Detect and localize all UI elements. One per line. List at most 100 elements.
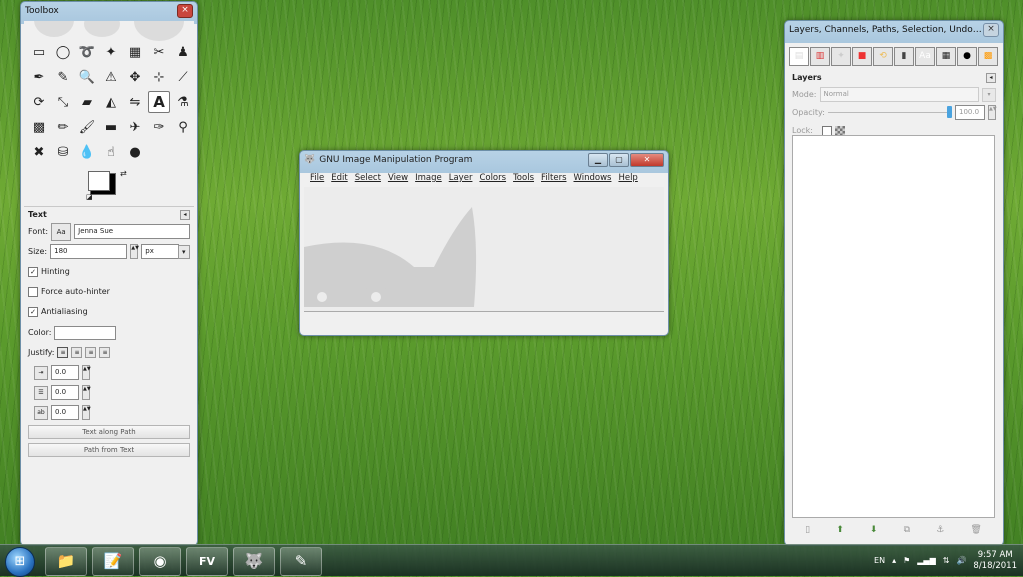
close-icon[interactable]: ×	[177, 4, 193, 18]
ink-icon[interactable]: ✑	[148, 116, 170, 138]
opacity-slider-handle[interactable]	[947, 106, 952, 118]
letter-spacing-spinner[interactable]: ▲▼	[82, 405, 91, 420]
close-button[interactable]: ✕	[630, 153, 664, 167]
menu-colors[interactable]: Colors	[479, 173, 506, 187]
menu-layer[interactable]: Layer	[449, 173, 473, 187]
menu-windows[interactable]: Windows	[574, 173, 612, 187]
heal-icon[interactable]: ✖	[28, 141, 50, 163]
hinting-checkbox[interactable]: ✓	[28, 266, 38, 277]
panel-menu-icon[interactable]: ◂	[986, 73, 996, 83]
font-picker-icon[interactable]: Aa	[51, 222, 72, 241]
lock-pixels-checkbox[interactable]	[821, 125, 832, 136]
menu-file[interactable]: File	[310, 173, 324, 187]
indent-spinner[interactable]: ▲▼	[82, 365, 91, 380]
text-icon[interactable]: A	[148, 91, 170, 113]
palettes-tab-icon[interactable]: ▦	[936, 47, 956, 66]
swap-colors-icon[interactable]: ⇄	[120, 169, 127, 178]
line-spacing-spinner[interactable]: ▲▼	[82, 385, 91, 400]
zoom-icon[interactable]: 🔍	[76, 66, 98, 88]
lower-layer-icon[interactable]: ⬇	[870, 525, 878, 535]
mode-select[interactable]: Normal	[819, 87, 979, 102]
default-colors-icon[interactable]: ◪	[86, 193, 93, 201]
justify-left-icon[interactable]: ≡	[57, 347, 69, 358]
justify-fill-icon[interactable]: ≡	[99, 347, 111, 358]
fonts-tab-icon[interactable]: Aa	[915, 47, 935, 66]
dodge-burn-icon[interactable]: ●	[124, 141, 146, 163]
paths-icon[interactable]: ✒	[28, 66, 50, 88]
chevron-down-icon[interactable]: ▾	[982, 87, 996, 102]
size-unit[interactable]: px	[141, 244, 179, 259]
gimp-titlebar[interactable]: 🐺 GNU Image Manipulation Program ▁ ▢ ✕	[300, 151, 668, 169]
size-field[interactable]: 180	[50, 244, 128, 259]
options-menu-icon[interactable]: ◂	[180, 210, 190, 220]
measure-icon[interactable]: ⚠	[100, 66, 122, 88]
antialias-checkbox[interactable]: ✓	[28, 306, 38, 317]
volume-icon[interactable]: 🔊	[956, 556, 966, 565]
color-picker-icon[interactable]: ✎	[52, 66, 74, 88]
rotate-icon[interactable]: ⟳	[28, 91, 50, 113]
line-spacing-field[interactable]: 0.0	[51, 385, 79, 400]
tool-taskbar-icon[interactable]: ✎	[280, 547, 322, 576]
empty-canvas-area[interactable]	[304, 187, 664, 311]
perspective-icon[interactable]: ◭	[100, 91, 122, 113]
delete-layer-icon[interactable]: 🗑	[970, 525, 981, 535]
show-hidden-icons-icon[interactable]: ▴	[892, 556, 896, 565]
close-icon[interactable]: ×	[983, 23, 999, 37]
lock-alpha-icon[interactable]	[834, 125, 845, 136]
gradients-tab-icon[interactable]: ▮	[894, 47, 914, 66]
flip-icon[interactable]: ⇋	[124, 91, 146, 113]
ellipse-select-icon[interactable]: ◯	[52, 41, 74, 63]
duplicate-layer-icon[interactable]: ⧉	[904, 525, 910, 535]
blur-icon[interactable]: 💧	[76, 141, 98, 163]
chrome-taskbar-icon[interactable]: ◉	[139, 547, 181, 576]
fontviewer-taskbar-icon[interactable]: FV	[186, 547, 228, 576]
minimize-button[interactable]: ▁	[588, 153, 608, 167]
chevron-down-icon[interactable]: ▾	[177, 244, 190, 259]
layers-dock-titlebar[interactable]: Layers, Channels, Paths, Selection, Undo…	[785, 21, 1003, 39]
foreground-select-icon[interactable]: ♟	[172, 41, 194, 63]
letter-spacing-field[interactable]: 0.0	[51, 405, 79, 420]
channels-tab-icon[interactable]: ▥	[810, 47, 830, 66]
opacity-spinner[interactable]: ▲▼	[988, 105, 997, 120]
gimp-taskbar-icon[interactable]: 🐺	[233, 547, 275, 576]
brushes-tab-icon[interactable]: ●	[957, 47, 977, 66]
layer-list[interactable]	[792, 135, 995, 518]
maximize-button[interactable]: ▢	[609, 153, 629, 167]
path-from-text-button[interactable]: Path from Text	[28, 443, 190, 457]
justify-right-icon[interactable]: ≡	[71, 347, 83, 358]
clock[interactable]: 9:57 AM 8/18/2011	[973, 550, 1017, 572]
new-layer-icon[interactable]: ▯	[805, 525, 810, 535]
language-indicator[interactable]: EN	[874, 556, 885, 565]
start-button[interactable]: ⊞	[5, 547, 35, 577]
airbrush-icon[interactable]: ✈	[124, 116, 146, 138]
pencil-icon[interactable]: ✏	[52, 116, 74, 138]
crop-icon[interactable]: ⟋	[172, 66, 194, 88]
bucket-fill-icon[interactable]: ⚗	[172, 91, 194, 113]
align-icon[interactable]: ⊹	[148, 66, 170, 88]
autohinter-checkbox[interactable]	[28, 286, 38, 297]
clone-icon[interactable]: ⚲	[172, 116, 194, 138]
background-color-swatch[interactable]	[88, 171, 110, 191]
font-field[interactable]: Jenna Sue	[74, 224, 190, 239]
justify-center-icon[interactable]: ≡	[85, 347, 97, 358]
selection-tab-icon[interactable]: ■	[852, 47, 872, 66]
menu-edit[interactable]: Edit	[331, 173, 347, 187]
network-icon[interactable]: ⇅	[943, 556, 950, 565]
rect-select-icon[interactable]: ▭	[28, 41, 50, 63]
paths-tab-icon[interactable]: ✦	[831, 47, 851, 66]
menu-image[interactable]: Image	[415, 173, 442, 187]
eraser-icon[interactable]: ▬	[100, 116, 122, 138]
menu-help[interactable]: Help	[618, 173, 637, 187]
indent-field[interactable]: 0.0	[51, 365, 79, 380]
patterns-tab-icon[interactable]: ▩	[978, 47, 998, 66]
raise-layer-icon[interactable]: ⬆	[836, 525, 844, 535]
text-along-path-button[interactable]: Text along Path	[28, 425, 190, 439]
notepad-taskbar-icon[interactable]: 📝	[92, 547, 134, 576]
explorer-taskbar-icon[interactable]: 📁	[45, 547, 87, 576]
size-spinner[interactable]: ▲▼	[130, 244, 139, 259]
toolbox-titlebar[interactable]: Toolbox ×	[21, 2, 197, 20]
text-color-button[interactable]	[54, 325, 117, 340]
smudge-icon[interactable]: ☝	[100, 141, 122, 163]
opacity-slider[interactable]	[827, 106, 952, 118]
free-select-icon[interactable]: ➰	[76, 41, 98, 63]
